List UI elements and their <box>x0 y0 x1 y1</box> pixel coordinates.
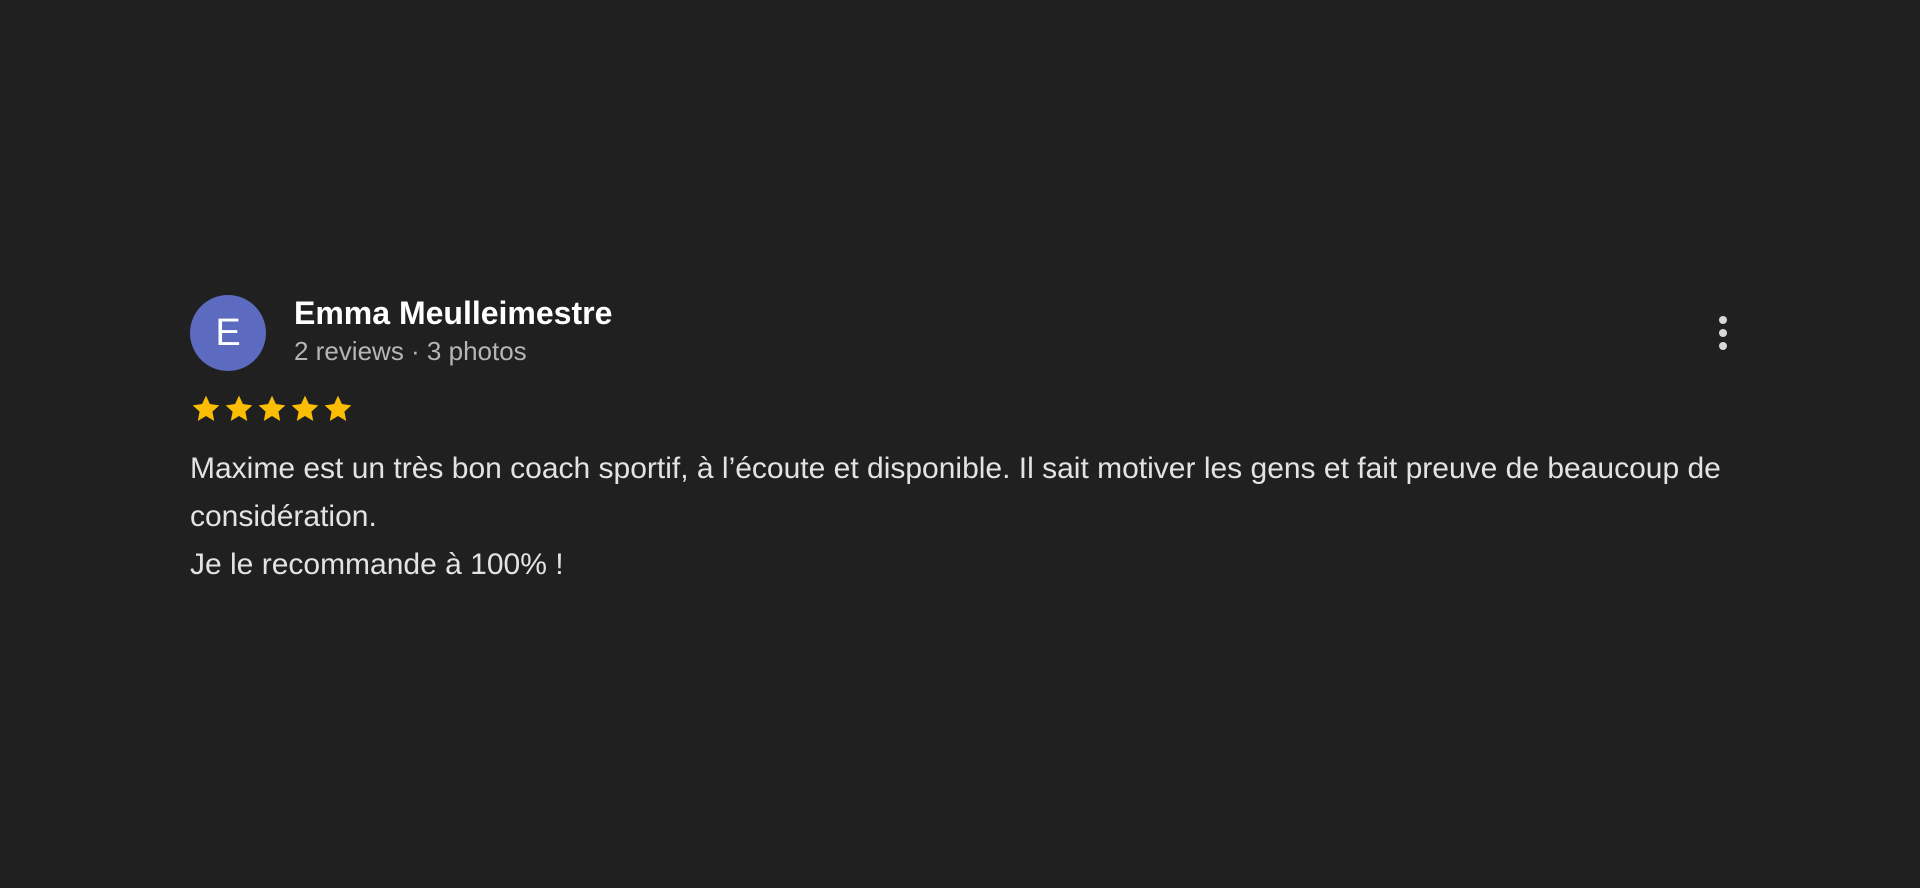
review-paragraph: Maxime est un très bon coach sportif, à … <box>190 452 1721 533</box>
review-text: Maxime est un très bon coach sportif, à … <box>190 445 1736 589</box>
review-card: E Emma Meulleimestre 2 reviews · 3 photo… <box>190 295 1736 589</box>
avatar[interactable]: E <box>190 295 266 371</box>
author-name[interactable]: Emma Meulleimestre <box>294 293 612 333</box>
review-header: E Emma Meulleimestre 2 reviews · 3 photo… <box>190 295 1736 371</box>
author-meta: 2 reviews · 3 photos <box>294 336 527 366</box>
star-icon <box>324 395 352 421</box>
review-paragraph: Je le recommande à 100% ! <box>190 548 564 581</box>
star-icon <box>258 395 286 421</box>
more-vertical-icon-dot <box>1719 329 1727 337</box>
more-vertical-icon <box>1719 316 1727 324</box>
author-block: Emma Meulleimestre 2 reviews · 3 photos <box>294 295 612 368</box>
more-vertical-icon-dot <box>1719 342 1727 350</box>
star-icon <box>192 395 220 421</box>
star-icon <box>225 395 253 421</box>
more-options-button[interactable] <box>1710 307 1736 359</box>
star-rating <box>190 393 1736 425</box>
star-icon <box>291 395 319 421</box>
